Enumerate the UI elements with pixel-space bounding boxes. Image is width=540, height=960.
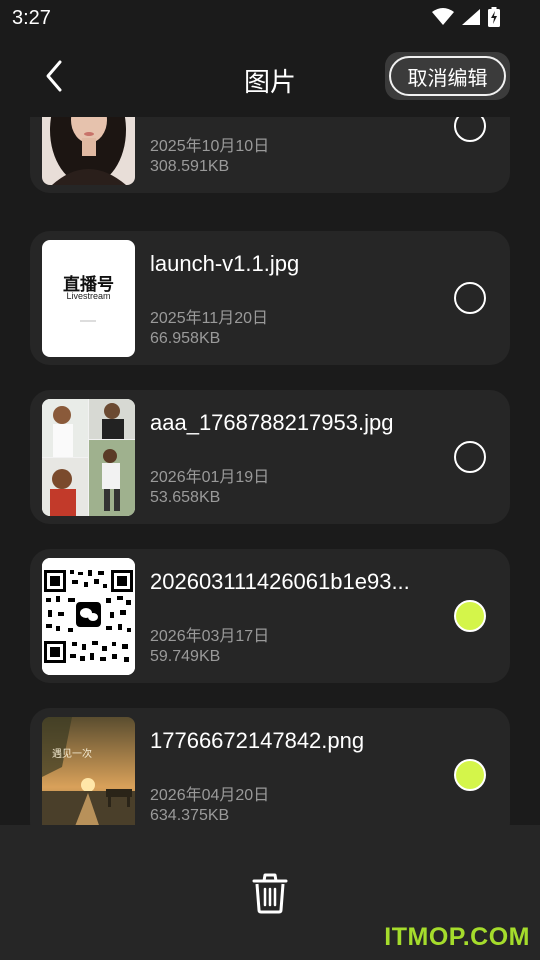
file-date: 2026年03月17日 xyxy=(150,628,270,645)
file-name: 17766672147842.png xyxy=(150,728,365,753)
thumbnail-sub-text: Livestream xyxy=(66,291,111,301)
file-list[interactable]: 2025年10月10日 308.591KB 直播号 Livestream lau… xyxy=(0,117,540,825)
cancel-edit-button[interactable]: 取消编辑 xyxy=(385,52,510,100)
qr-code-icon xyxy=(42,558,135,675)
trash-icon xyxy=(252,873,288,914)
battery-icon xyxy=(488,7,500,27)
status-icons xyxy=(432,7,500,27)
delete-button[interactable] xyxy=(250,872,290,914)
file-size: 308.591KB xyxy=(150,158,230,175)
file-thumbnail xyxy=(42,558,135,675)
file-item[interactable]: 202603111426061b1e93... 2026年03月17日 59.7… xyxy=(30,549,510,683)
file-thumbnail: 直播号 Livestream xyxy=(42,240,135,357)
select-radio[interactable] xyxy=(454,441,486,473)
wifi-icon xyxy=(432,8,454,25)
watermark: ITMOP.COM xyxy=(384,923,530,951)
file-name: 202603111426061b1e93... xyxy=(150,569,410,594)
file-date: 2025年11月20日 xyxy=(150,310,269,327)
file-thumbnail xyxy=(42,117,135,185)
file-name: aaa_1768788217953.jpg xyxy=(150,410,394,435)
file-thumbnail xyxy=(42,399,135,516)
select-radio[interactable] xyxy=(454,282,486,314)
file-item[interactable]: 2025年10月10日 308.591KB xyxy=(30,117,510,193)
select-radio[interactable] xyxy=(454,600,486,632)
file-date: 2025年10月10日 xyxy=(150,138,270,155)
file-date: 2026年04月20日 xyxy=(150,787,270,804)
app-bar: 图片 取消编辑 xyxy=(0,36,540,116)
file-name: launch-v1.1.jpg xyxy=(150,251,300,276)
status-bar: 3:27 xyxy=(0,0,540,36)
status-time: 3:27 xyxy=(12,7,51,29)
select-radio[interactable] xyxy=(454,759,486,791)
cancel-edit-label: 取消编辑 xyxy=(389,56,506,96)
file-date: 2026年01月19日 xyxy=(150,469,270,486)
file-size: 59.749KB xyxy=(150,648,221,665)
file-size: 634.375KB xyxy=(150,807,230,824)
file-size: 53.658KB xyxy=(150,489,221,506)
file-thumbnail: 遇见一次 xyxy=(42,717,135,825)
thumbnail-caption: 遇见一次 xyxy=(52,749,92,760)
file-item[interactable]: 遇见一次 17766672147842.png 2026年04月20日 634.… xyxy=(30,708,510,825)
select-radio[interactable] xyxy=(454,117,486,142)
file-size: 66.958KB xyxy=(150,330,221,347)
file-item[interactable]: aaa_1768788217953.jpg 2026年01月19日 53.658… xyxy=(30,390,510,524)
file-item[interactable]: 直播号 Livestream launch-v1.1.jpg 2025年11月2… xyxy=(30,231,510,365)
signal-icon xyxy=(462,9,480,25)
